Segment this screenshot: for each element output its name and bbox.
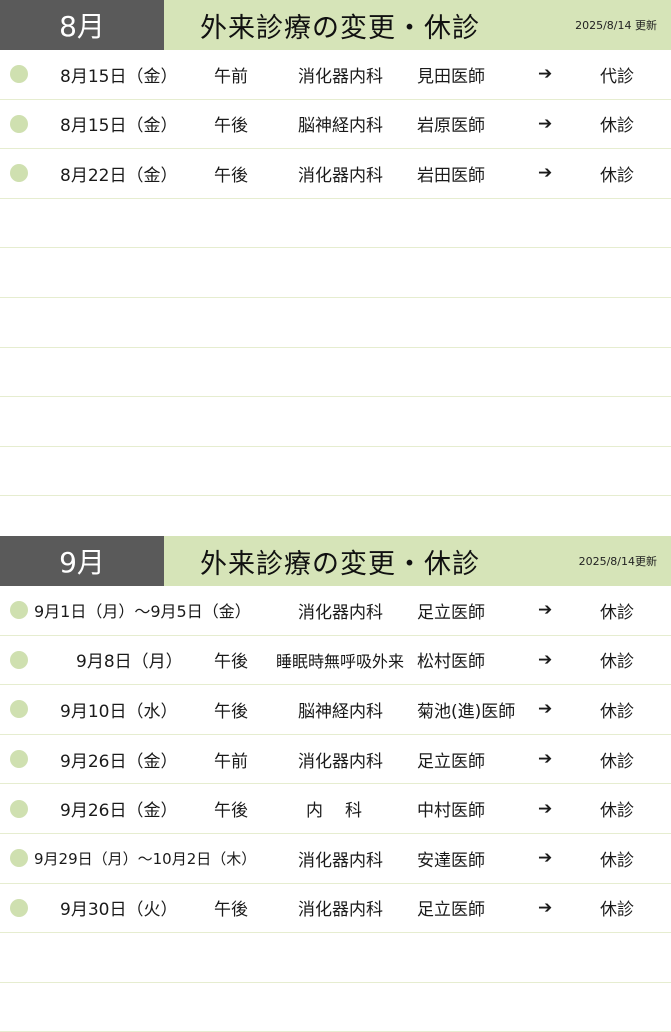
doctor: 松村医師 xyxy=(417,652,485,673)
bullet-icon xyxy=(10,650,28,669)
doctor: 菊池(進)医師 xyxy=(417,701,516,722)
list-item: 8月22日（金） 午後 消化器内科 岩田医師 ➔ 休診 xyxy=(0,149,671,199)
date: 9月8日（月） xyxy=(76,652,183,673)
department: 睡眠時無呼吸外来 xyxy=(276,651,405,671)
august-header: 8月 外来診療の変更・休診 2025/8/14 更新 xyxy=(0,0,671,50)
time-slot: 午前 xyxy=(214,66,248,87)
department: 消化器内科 xyxy=(298,850,383,871)
doctor: 岩原医師 xyxy=(417,116,485,137)
date: 9月10日（水） xyxy=(60,701,178,722)
department: 脳神経内科 xyxy=(298,701,383,722)
doctor: 足立医師 xyxy=(417,602,485,623)
september-section: 9月 外来診療の変更・休診 2025/8/14更新 9月1日（月）〜9月5日（金… xyxy=(0,536,671,1032)
bullet-icon xyxy=(10,601,28,620)
department: 消化器内科 xyxy=(298,66,383,87)
bullet-icon xyxy=(10,700,28,719)
status: 休診 xyxy=(600,751,634,772)
time-slot: 午後 xyxy=(214,652,248,673)
department: 消化器内科 xyxy=(298,751,383,772)
empty-row xyxy=(0,298,671,348)
august-schedule-list: 8月15日（金） 午前 消化器内科 見田医師 ➔ 代診 8月15日（金） 午後 … xyxy=(0,50,671,497)
empty-row xyxy=(0,199,671,249)
doctor: 足立医師 xyxy=(417,900,485,921)
doctor: 足立医師 xyxy=(417,751,485,772)
month-label: 8月 xyxy=(0,0,164,50)
arrow-icon: ➔ xyxy=(538,600,553,621)
department: 消化器内科 xyxy=(298,165,383,186)
arrow-icon: ➔ xyxy=(538,649,553,670)
doctor: 見田医師 xyxy=(417,66,485,87)
august-section: 8月 外来診療の変更・休診 2025/8/14 更新 8月15日（金） 午前 消… xyxy=(0,0,671,497)
status: 休診 xyxy=(600,701,634,722)
date: 8月15日（金） xyxy=(60,66,178,87)
list-item: 9月26日（金） 午後 内科 中村医師 ➔ 休診 xyxy=(0,784,671,834)
status: 休診 xyxy=(600,116,634,137)
september-schedule-list: 9月1日（月）〜9月5日（金） 消化器内科 足立医師 ➔ 休診 9月8日（月） … xyxy=(0,586,671,1032)
september-header: 9月 外来診療の変更・休診 2025/8/14更新 xyxy=(0,536,671,586)
status: 休診 xyxy=(600,900,634,921)
empty-row xyxy=(0,933,671,983)
list-item: 9月30日（火） 午後 消化器内科 足立医師 ➔ 休診 xyxy=(0,884,671,934)
bullet-icon xyxy=(10,114,28,133)
list-item: 9月8日（月） 午後 睡眠時無呼吸外来 松村医師 ➔ 休診 xyxy=(0,636,671,686)
bullet-icon xyxy=(10,799,28,818)
doctor: 安達医師 xyxy=(417,850,485,871)
empty-row xyxy=(0,983,671,1032)
month-label: 9月 xyxy=(0,536,164,586)
empty-row xyxy=(0,248,671,298)
arrow-icon: ➔ xyxy=(538,113,553,134)
list-item: 8月15日（金） 午後 脳神経内科 岩原医師 ➔ 休診 xyxy=(0,100,671,150)
updated-date: 2025/8/14更新 xyxy=(578,555,657,568)
date: 9月26日（金） xyxy=(60,751,178,772)
date-range: 9月29日（月）〜10月2日（木） xyxy=(34,849,257,868)
status: 休診 xyxy=(600,801,634,822)
department: 脳神経内科 xyxy=(298,116,383,137)
time-slot: 午後 xyxy=(214,900,248,921)
arrow-icon: ➔ xyxy=(538,163,553,184)
date: 8月15日（金） xyxy=(60,116,178,137)
bullet-icon xyxy=(10,849,28,868)
arrow-icon: ➔ xyxy=(538,798,553,819)
arrow-icon: ➔ xyxy=(538,699,553,720)
status: 休診 xyxy=(600,850,634,871)
department: 消化器内科 xyxy=(298,602,383,623)
empty-row xyxy=(0,348,671,398)
empty-row xyxy=(0,397,671,447)
section-title: 外来診療の変更・休診 xyxy=(200,12,480,44)
updated-date: 2025/8/14 更新 xyxy=(575,19,657,32)
date: 9月30日（火） xyxy=(60,900,178,921)
time-slot: 午前 xyxy=(214,751,248,772)
section-title: 外来診療の変更・休診 xyxy=(200,548,480,580)
bullet-icon xyxy=(10,65,28,84)
arrow-icon: ➔ xyxy=(538,897,553,918)
list-item: 9月1日（月）〜9月5日（金） 消化器内科 足立医師 ➔ 休診 xyxy=(0,586,671,636)
date: 9月26日（金） xyxy=(60,801,178,822)
status: 休診 xyxy=(600,602,634,623)
list-item: 8月15日（金） 午前 消化器内科 見田医師 ➔ 代診 xyxy=(0,50,671,100)
time-slot: 午後 xyxy=(214,701,248,722)
list-item: 9月26日（金） 午前 消化器内科 足立医師 ➔ 休診 xyxy=(0,735,671,785)
bullet-icon xyxy=(10,898,28,917)
doctor: 中村医師 xyxy=(417,801,485,822)
empty-row xyxy=(0,447,671,497)
time-slot: 午後 xyxy=(214,801,248,822)
list-item: 9月29日（月）〜10月2日（木） 消化器内科 安達医師 ➔ 休診 xyxy=(0,834,671,884)
date-range: 9月1日（月）〜9月5日（金） xyxy=(34,602,251,622)
time-slot: 午後 xyxy=(214,116,248,137)
bullet-icon xyxy=(10,750,28,769)
arrow-icon: ➔ xyxy=(538,848,553,869)
date: 8月22日（金） xyxy=(60,165,178,186)
department: 消化器内科 xyxy=(298,900,383,921)
arrow-icon: ➔ xyxy=(538,749,553,770)
status: 休診 xyxy=(600,652,634,673)
time-slot: 午後 xyxy=(214,165,248,186)
status: 代診 xyxy=(600,66,634,87)
department: 内科 xyxy=(306,801,384,822)
doctor: 岩田医師 xyxy=(417,165,485,186)
status: 休診 xyxy=(600,165,634,186)
arrow-icon: ➔ xyxy=(538,64,553,85)
bullet-icon xyxy=(10,164,28,183)
list-item: 9月10日（水） 午後 脳神経内科 菊池(進)医師 ➔ 休診 xyxy=(0,685,671,735)
